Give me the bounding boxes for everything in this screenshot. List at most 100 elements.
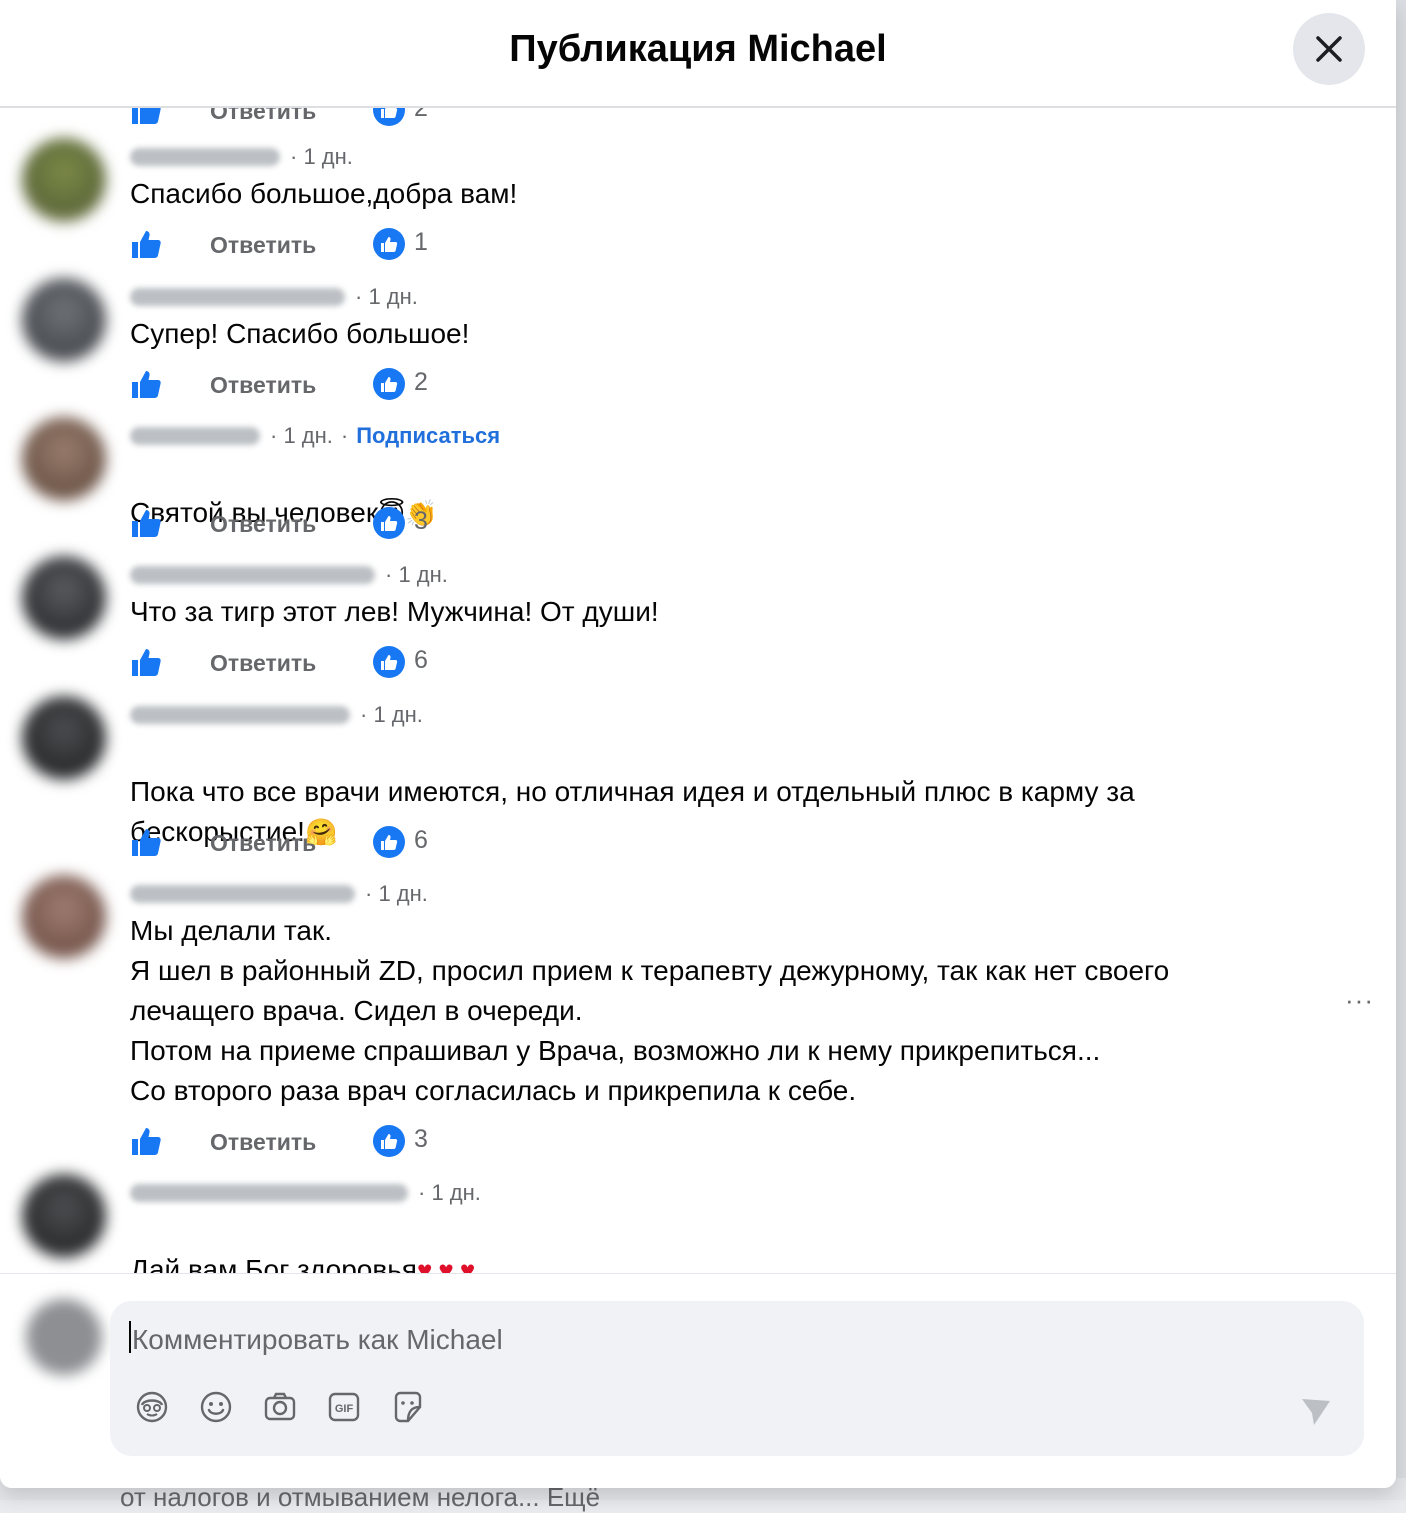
comment-time[interactable]: 1 дн. (431, 1180, 480, 1206)
reply-button[interactable]: Ответить (210, 232, 316, 259)
more-options-icon[interactable]: ··· (1345, 985, 1374, 1016)
thumbs-up-icon (381, 377, 398, 392)
thumbs-up-icon (381, 835, 398, 850)
sticker-icon[interactable] (390, 1389, 426, 1425)
comment-meta: · 1 дн. (130, 1180, 481, 1206)
comment-time[interactable]: 1 дн. (398, 562, 447, 588)
comment-meta: · 1 дн. (130, 144, 353, 170)
like-reaction-badge[interactable] (373, 1125, 405, 1157)
comment-meta: · 1 дн. (130, 881, 428, 907)
comment-time[interactable]: 1 дн. (303, 144, 352, 170)
like-reaction-badge[interactable] (373, 826, 405, 858)
thumbs-up-icon (381, 237, 398, 252)
comment-actions: Ответить 3 (130, 507, 830, 543)
send-icon[interactable] (1298, 1391, 1334, 1427)
avatar-sticker-icon[interactable] (134, 1389, 170, 1425)
comment-actions: Ответить 2 (130, 368, 830, 404)
comment-meta: · 1 дн. (130, 702, 423, 728)
emoji-icon[interactable] (198, 1389, 234, 1425)
reply-button[interactable]: Ответить (210, 650, 316, 677)
meta-separator: · (270, 423, 284, 448)
like-reaction-badge[interactable] (373, 507, 405, 539)
reply-button[interactable]: Ответить (210, 372, 316, 399)
author-name[interactable] (130, 288, 345, 306)
post-modal: Публикация Michael Ответить 2 · 1 дн. Сп… (0, 0, 1396, 1488)
comment-text: Дай вам Бог здоровья♥♥♥ (130, 1210, 1290, 1273)
comment-meta: · 1 дн. (130, 562, 448, 588)
modal-header: Публикация Michael (0, 0, 1396, 108)
like-reaction-badge[interactable] (373, 368, 405, 400)
comment-actions: Ответить 1 (130, 228, 830, 264)
like-icon[interactable] (130, 507, 162, 539)
reaction-count[interactable]: 1 (414, 228, 428, 257)
comment-input[interactable] (130, 1319, 1234, 1361)
comment-time[interactable]: 1 дн. (368, 284, 417, 310)
like-icon[interactable] (130, 368, 162, 400)
thumbs-up-icon (381, 108, 398, 118)
meta-separator: · (355, 284, 369, 309)
like-icon[interactable] (130, 1125, 162, 1157)
like-reaction-badge[interactable] (373, 646, 405, 678)
avatar[interactable] (22, 138, 106, 222)
like-icon[interactable] (130, 228, 162, 260)
comment-text: Супер! Спасибо большое! (130, 318, 470, 349)
close-icon (1316, 36, 1342, 62)
avatar[interactable] (22, 1174, 106, 1258)
like-icon[interactable] (130, 826, 162, 858)
author-name[interactable] (130, 427, 260, 445)
like-reaction-badge[interactable] (373, 228, 405, 260)
comment-time[interactable]: 1 дн. (283, 423, 332, 449)
heart-emoji-icon: ♥♥♥ (416, 1255, 482, 1273)
avatar[interactable] (22, 417, 106, 501)
comment-actions: Ответить 2 (130, 108, 830, 130)
comment-composer-area: GIF (0, 1273, 1396, 1488)
reply-button[interactable]: Ответить (210, 830, 316, 857)
close-button[interactable] (1293, 13, 1365, 85)
avatar[interactable] (22, 875, 106, 959)
comment-actions: Ответить 6 (130, 826, 830, 862)
comment-text-body: Дай вам Бог здоровья (130, 1254, 417, 1273)
meta-separator: · (418, 1180, 432, 1205)
reaction-count[interactable]: 6 (414, 646, 428, 675)
author-name[interactable] (130, 566, 375, 584)
thumbs-up-icon (381, 1134, 398, 1149)
like-icon[interactable] (130, 108, 162, 126)
author-name[interactable] (130, 706, 350, 724)
reply-button[interactable]: Ответить (210, 108, 316, 125)
meta-separator: · (385, 562, 399, 587)
comment-time[interactable]: 1 дн. (378, 881, 427, 907)
comments-list: Ответить 2 · 1 дн. Спасибо большое,добра… (0, 108, 1396, 1273)
like-icon[interactable] (130, 646, 162, 678)
author-name[interactable] (130, 885, 355, 903)
reaction-count[interactable]: 6 (414, 826, 428, 855)
comment-time[interactable]: 1 дн. (373, 702, 422, 728)
like-reaction-badge (373, 108, 405, 126)
avatar[interactable] (22, 696, 106, 780)
reaction-count[interactable]: 2 (414, 368, 428, 397)
comment-meta: · 1 дн. · Подписаться (130, 423, 500, 449)
comment-text: Мы делали так. Я шел в районный ZD, прос… (130, 915, 1170, 1106)
comment-actions: Ответить 3 (130, 1125, 830, 1161)
meta-separator: · (365, 881, 379, 906)
reply-button[interactable]: Ответить (210, 1129, 316, 1156)
reply-button[interactable]: Ответить (210, 511, 316, 538)
avatar[interactable] (22, 278, 106, 362)
comment-meta: · 1 дн. (130, 284, 418, 310)
thumbs-up-icon (381, 655, 398, 670)
follow-link[interactable]: Подписаться (356, 423, 500, 449)
author-name[interactable] (130, 1184, 408, 1202)
comment-text: Что за тигр этот лев! Мужчина! От души! (130, 596, 659, 627)
avatar[interactable] (22, 556, 106, 640)
reaction-count[interactable]: 3 (414, 1125, 428, 1154)
camera-icon[interactable] (262, 1389, 298, 1425)
thumbs-up-icon (381, 516, 398, 531)
meta-separator: · (360, 702, 374, 727)
author-name[interactable] (130, 148, 280, 166)
meta-separator: · (340, 423, 349, 448)
meta-separator: · (290, 144, 304, 169)
user-avatar (26, 1299, 102, 1375)
reaction-count[interactable]: 3 (414, 507, 428, 536)
svg-text:GIF: GIF (335, 1403, 354, 1415)
reaction-count: 2 (414, 108, 428, 122)
gif-icon[interactable]: GIF (326, 1389, 362, 1425)
